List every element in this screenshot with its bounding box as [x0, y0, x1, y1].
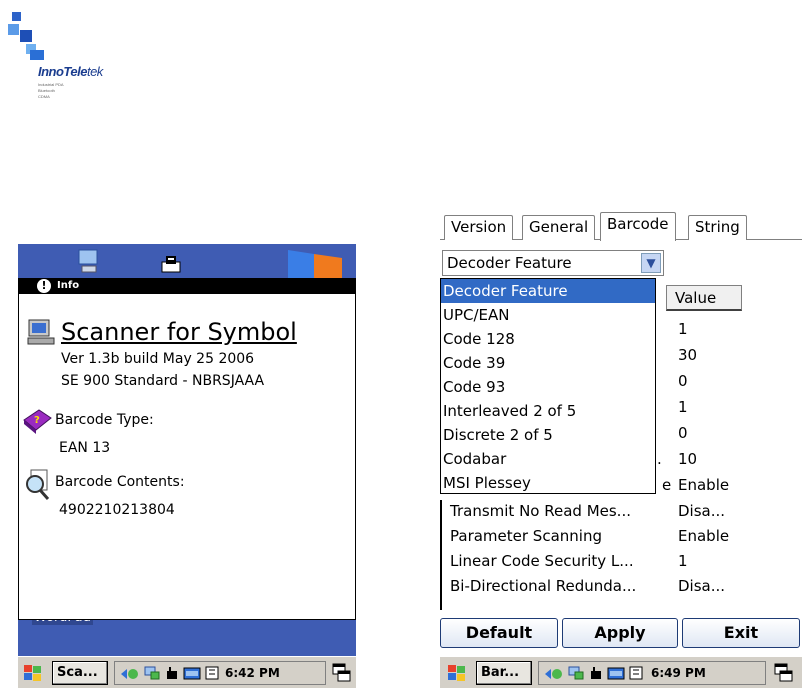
model-text: SE 900 Standard - NBRSJAAA	[61, 373, 265, 389]
left-device-screen: WordPad ! Info Scanner for Symbol Ver 1.…	[18, 244, 356, 688]
chevron-down-icon[interactable]: ▼	[641, 253, 661, 273]
list-value[interactable]: Enable	[678, 527, 729, 545]
computer-icon	[25, 318, 59, 346]
list-value[interactable]: 1	[678, 552, 688, 570]
network-icon[interactable]	[543, 666, 563, 680]
tab-general[interactable]: General	[522, 215, 596, 240]
logo-sub-2: Bluetooth	[38, 88, 55, 93]
connection-icon[interactable]	[143, 665, 161, 681]
printer-icon[interactable]	[158, 254, 184, 276]
clock[interactable]: 6:42 PM	[225, 662, 280, 684]
logo-square	[8, 24, 19, 35]
dropdown-item-upc-ean[interactable]: UPC/EAN	[441, 303, 655, 327]
barcode-type-label: Barcode Type:	[55, 412, 154, 428]
battery-icon[interactable]	[589, 665, 603, 681]
my-device-icon[interactable]	[76, 248, 102, 274]
info-title: Info	[57, 280, 80, 291]
tab-version[interactable]: Version	[444, 215, 514, 240]
help-book-icon: ?	[21, 406, 53, 436]
button-bar: Default Apply Exit	[440, 616, 802, 650]
folder-icon[interactable]	[286, 246, 346, 278]
tab-strip: Version General Barcode String	[440, 210, 802, 241]
battery-icon[interactable]	[165, 665, 179, 681]
svg-text:?: ?	[34, 415, 40, 426]
list-value[interactable]: 0	[678, 424, 688, 442]
dropdown-item-interleaved-2-of-5[interactable]: Interleaved 2 of 5	[441, 399, 655, 423]
right-device-screen: Version General Barcode String Decoder F…	[440, 210, 802, 688]
apply-button[interactable]: Apply	[562, 618, 678, 648]
dropdown-item-code-39[interactable]: Code 39	[441, 351, 655, 375]
keyboard-icon[interactable]	[607, 665, 625, 681]
barcode-contents-label: Barcode Contents:	[55, 474, 185, 490]
exit-button[interactable]: Exit	[682, 618, 800, 648]
info-title-bar: ! Info	[19, 278, 355, 294]
combo-value: Decoder Feature	[447, 254, 572, 272]
dropdown-item-discrete-2-of-5[interactable]: Discrete 2 of 5	[441, 423, 655, 447]
list-value[interactable]: 10	[678, 450, 697, 468]
list-name[interactable]: Transmit No Read Mes...	[450, 502, 631, 520]
list-name[interactable]: Bi-Directional Redunda...	[450, 577, 636, 595]
logo-sub-3: CDMA	[38, 94, 50, 99]
dropdown-item-code-128[interactable]: Code 128	[441, 327, 655, 351]
start-flag-icon[interactable]	[22, 663, 44, 683]
innoteletek-logo: InnoTeletek Industrial PDA Bluetooth CDM…	[0, 0, 125, 110]
list-value[interactable]: Disa...	[678, 502, 725, 520]
column-header-value[interactable]: Value	[666, 285, 742, 311]
magnifier-document-icon	[21, 468, 55, 502]
list-name[interactable]: Linear Code Security L...	[450, 552, 634, 570]
switch-windows-icon[interactable]	[772, 661, 796, 685]
start-flag-icon[interactable]	[446, 663, 468, 683]
system-tray: 6:49 PM	[538, 661, 766, 685]
barcode-contents-value: 4902210213804	[59, 502, 175, 518]
input-panel-icon[interactable]	[629, 665, 643, 681]
logo-square	[12, 12, 21, 21]
dropdown-item-codabar[interactable]: Codabar	[441, 447, 655, 471]
version-text: Ver 1.3b build May 25 2006	[61, 351, 255, 367]
network-icon[interactable]	[119, 666, 139, 680]
list-value[interactable]: Disa...	[678, 577, 725, 595]
dropdown-item-decoder-feature[interactable]: Decoder Feature	[441, 279, 655, 303]
taskbar-task-button[interactable]: Sca...	[52, 661, 108, 685]
connection-icon[interactable]	[567, 665, 585, 681]
list-name-partial: e	[662, 476, 672, 494]
list-border	[440, 500, 442, 610]
keyboard-icon[interactable]	[183, 665, 201, 681]
switch-windows-icon[interactable]	[330, 661, 354, 685]
list-value[interactable]: 0	[678, 372, 688, 390]
logo-sub-1: Industrial PDA	[38, 82, 64, 87]
logo-brand: InnoTeletek	[38, 64, 103, 79]
exclamation-icon: !	[37, 279, 51, 293]
list-name[interactable]: Parameter Scanning	[450, 527, 602, 545]
system-tray: 6:42 PM	[114, 661, 326, 685]
list-value[interactable]: Enable	[678, 476, 729, 494]
logo-square	[30, 50, 44, 60]
tab-string[interactable]: String	[688, 215, 747, 240]
decoder-combo[interactable]: Decoder Feature ▼	[442, 250, 664, 276]
tab-barcode[interactable]: Barcode	[600, 212, 676, 241]
logo-square	[20, 30, 32, 42]
dropdown-item-msi-plessey[interactable]: MSI Plessey	[441, 471, 655, 495]
input-panel-icon[interactable]	[205, 665, 219, 681]
default-button[interactable]: Default	[440, 618, 558, 648]
list-value[interactable]: 1	[678, 398, 688, 416]
dropdown-item-code-93[interactable]: Code 93	[441, 375, 655, 399]
taskbar-task-button[interactable]: Bar...	[476, 661, 532, 685]
taskbar: Bar... 6:49 PM	[440, 656, 802, 688]
info-window: ! Info Scanner for Symbol Ver 1.3b build…	[18, 278, 356, 620]
decoder-dropdown-list: Decoder Feature UPC/EAN Code 128 Code 39…	[440, 278, 656, 494]
app-title: Scanner for Symbol	[61, 318, 297, 346]
barcode-type-value: EAN 13	[59, 440, 111, 456]
clock[interactable]: 6:49 PM	[651, 662, 706, 684]
list-value[interactable]: 1	[678, 320, 688, 338]
list-value[interactable]: 30	[678, 346, 697, 364]
list-name-partial: .	[657, 450, 662, 468]
taskbar: Sca... 6:42 PM	[18, 656, 356, 688]
